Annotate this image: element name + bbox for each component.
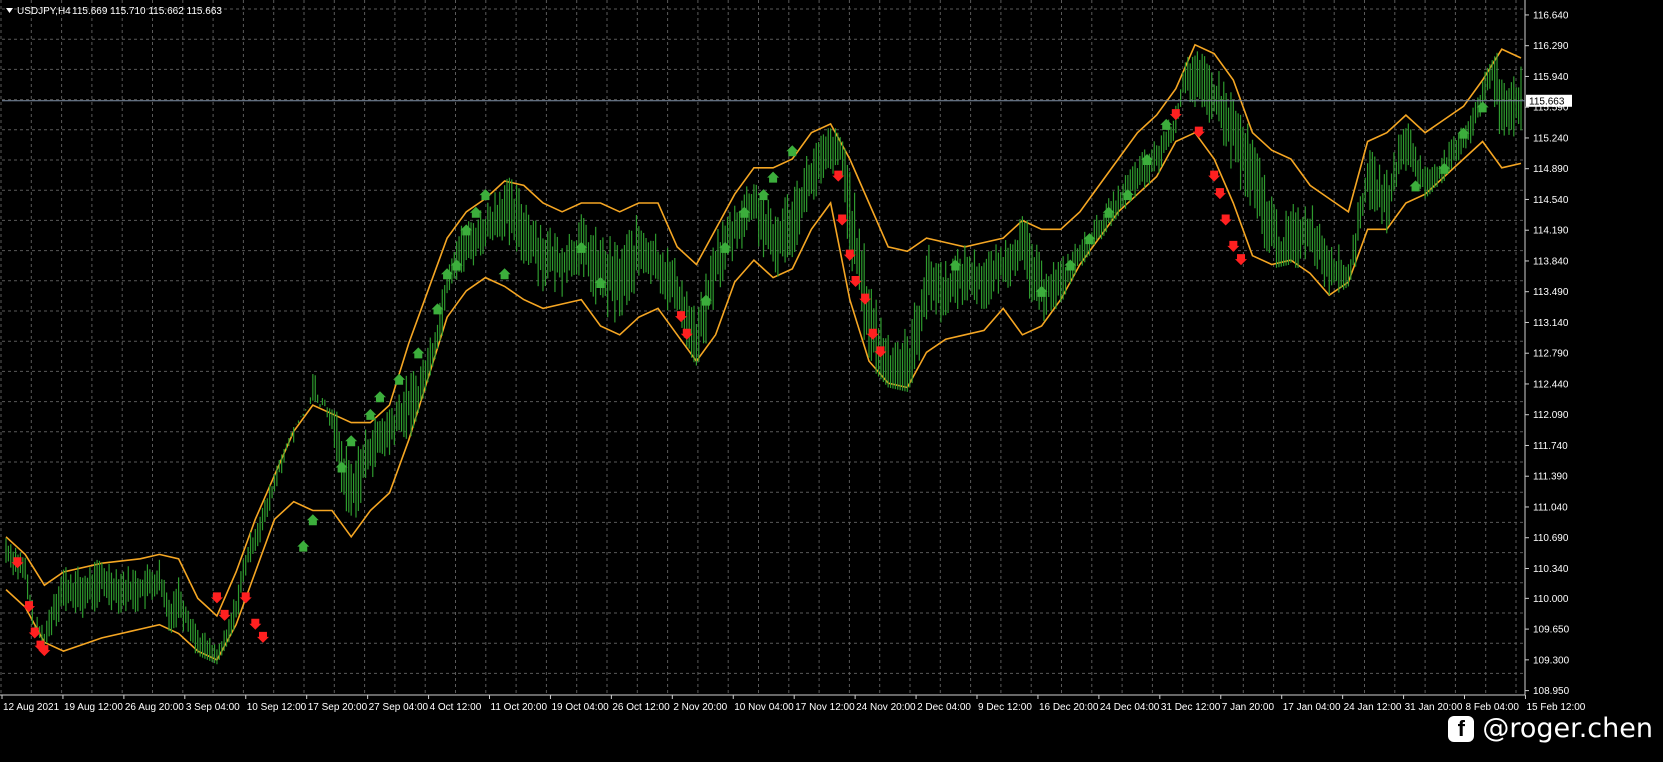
x-tick-label: 19 Oct 04:00 bbox=[551, 702, 609, 713]
x-tick-label: 19 Aug 12:00 bbox=[64, 702, 123, 713]
price-axis: 116.640116.290115.940115.590115.240114.8… bbox=[2, 10, 1572, 697]
x-tick-label: 17 Jan 04:00 bbox=[1283, 702, 1341, 713]
y-tick-label: 109.650 bbox=[1533, 625, 1570, 636]
x-tick-label: 9 Dec 12:00 bbox=[978, 702, 1032, 713]
down-arrow-icon bbox=[836, 214, 849, 226]
price-bars bbox=[5, 51, 1522, 665]
y-tick-label: 110.000 bbox=[1533, 594, 1569, 605]
time-axis: 12 Aug 2021 19 Aug 12:00 26 Aug 20:00 3 Sep… bbox=[1, 695, 1586, 713]
y-tick-label: 116.290 bbox=[1533, 41, 1569, 52]
up-arrow-icon bbox=[767, 171, 780, 183]
x-tick-label: 10 Nov 04:00 bbox=[734, 702, 794, 713]
y-tick-label: 111.740 bbox=[1533, 441, 1568, 452]
triangle-down-icon[interactable] bbox=[6, 8, 13, 13]
x-tick-label: 12 Aug 2021 bbox=[3, 702, 60, 713]
down-arrow-icon bbox=[256, 631, 269, 643]
up-arrow-icon bbox=[345, 435, 358, 447]
y-tick-label: 111.390 bbox=[1533, 472, 1568, 483]
down-arrow-icon bbox=[1227, 240, 1240, 252]
x-tick-label: 27 Sep 04:00 bbox=[369, 702, 429, 713]
bands bbox=[5, 43, 1522, 661]
symbol-label: USDJPY,H4 bbox=[17, 6, 71, 17]
x-tick-label: 17 Sep 20:00 bbox=[308, 702, 368, 713]
up-arrow-icon bbox=[498, 268, 511, 280]
down-arrow-icon bbox=[249, 618, 262, 630]
x-tick-label: 31 Jan 20:00 bbox=[1405, 702, 1463, 713]
x-tick-label: 2 Nov 20:00 bbox=[673, 702, 727, 713]
x-tick-label: 4 Oct 12:00 bbox=[430, 702, 482, 713]
up-arrow-icon bbox=[479, 189, 492, 201]
y-tick-label: 115.940 bbox=[1533, 72, 1569, 83]
x-tick-label: 3 Sep 04:00 bbox=[186, 702, 240, 713]
watermark: f @roger.chen bbox=[1448, 713, 1653, 744]
x-tick-label: 24 Dec 04:00 bbox=[1100, 702, 1160, 713]
y-tick-label: 112.790 bbox=[1533, 349, 1569, 360]
y-tick-label: 110.690 bbox=[1533, 533, 1569, 544]
up-arrow-icon bbox=[297, 540, 310, 552]
x-tick-label: 31 Dec 12:00 bbox=[1161, 702, 1221, 713]
current-price-label: 115.663 bbox=[1529, 96, 1565, 107]
x-tick-label: 7 Jan 20:00 bbox=[1222, 702, 1275, 713]
y-tick-label: 113.840 bbox=[1533, 256, 1569, 267]
y-tick-label: 114.890 bbox=[1533, 164, 1569, 175]
y-tick-label: 114.190 bbox=[1533, 226, 1569, 237]
y-tick-label: 115.240 bbox=[1533, 133, 1569, 144]
y-tick-label: 116.640 bbox=[1533, 10, 1569, 21]
y-tick-label: 112.090 bbox=[1533, 410, 1569, 421]
price-chart[interactable]: 116.640116.290115.940115.590115.240114.8… bbox=[0, 0, 1663, 762]
down-arrow-icon bbox=[1219, 214, 1232, 226]
x-tick-label: 11 Oct 20:00 bbox=[491, 702, 548, 713]
up-arrow-icon bbox=[393, 373, 406, 385]
x-tick-label: 8 Feb 04:00 bbox=[1466, 702, 1520, 713]
x-tick-label: 24 Jan 12:00 bbox=[1344, 702, 1402, 713]
x-tick-label: 2 Dec 04:00 bbox=[917, 702, 971, 713]
x-tick-label: 17 Nov 12:00 bbox=[795, 702, 855, 713]
down-arrow-icon bbox=[1192, 126, 1205, 138]
down-arrow-icon bbox=[23, 601, 36, 613]
y-tick-label: 108.950 bbox=[1533, 686, 1570, 697]
down-arrow-icon bbox=[1235, 254, 1248, 266]
down-arrow-icon bbox=[239, 592, 252, 604]
y-tick-label: 111.040 bbox=[1533, 502, 1568, 513]
upper-band-line bbox=[5, 43, 1522, 618]
down-arrow-icon bbox=[1208, 170, 1221, 182]
facebook-icon: f bbox=[1448, 715, 1475, 742]
x-tick-label: 10 Sep 12:00 bbox=[247, 702, 307, 713]
y-tick-label: 113.490 bbox=[1533, 287, 1569, 298]
chart-header: USDJPY,H4 115.669 115.710 115.662 115.66… bbox=[6, 6, 222, 17]
x-tick-label: 15 Feb 12:00 bbox=[1526, 702, 1585, 713]
down-arrow-icon bbox=[675, 311, 688, 323]
watermark-handle: @roger.chen bbox=[1482, 713, 1653, 744]
x-tick-label: 16 Dec 20:00 bbox=[1039, 702, 1099, 713]
y-tick-label: 109.300 bbox=[1533, 655, 1570, 666]
x-tick-label: 26 Oct 12:00 bbox=[612, 702, 670, 713]
quote-label: 115.669 115.710 115.662 115.663 bbox=[72, 6, 222, 17]
signal-arrows bbox=[11, 101, 1489, 657]
up-arrow-icon bbox=[373, 391, 386, 403]
up-arrow-icon bbox=[412, 347, 425, 359]
y-tick-label: 112.440 bbox=[1533, 379, 1569, 390]
x-tick-label: 24 Nov 20:00 bbox=[856, 702, 916, 713]
y-tick-label: 114.540 bbox=[1533, 195, 1569, 206]
x-tick-label: 26 Aug 20:00 bbox=[125, 702, 184, 713]
up-arrow-icon bbox=[306, 514, 319, 526]
y-tick-label: 110.340 bbox=[1533, 564, 1569, 575]
y-tick-label: 113.140 bbox=[1533, 318, 1569, 329]
down-arrow-icon bbox=[1169, 109, 1182, 121]
